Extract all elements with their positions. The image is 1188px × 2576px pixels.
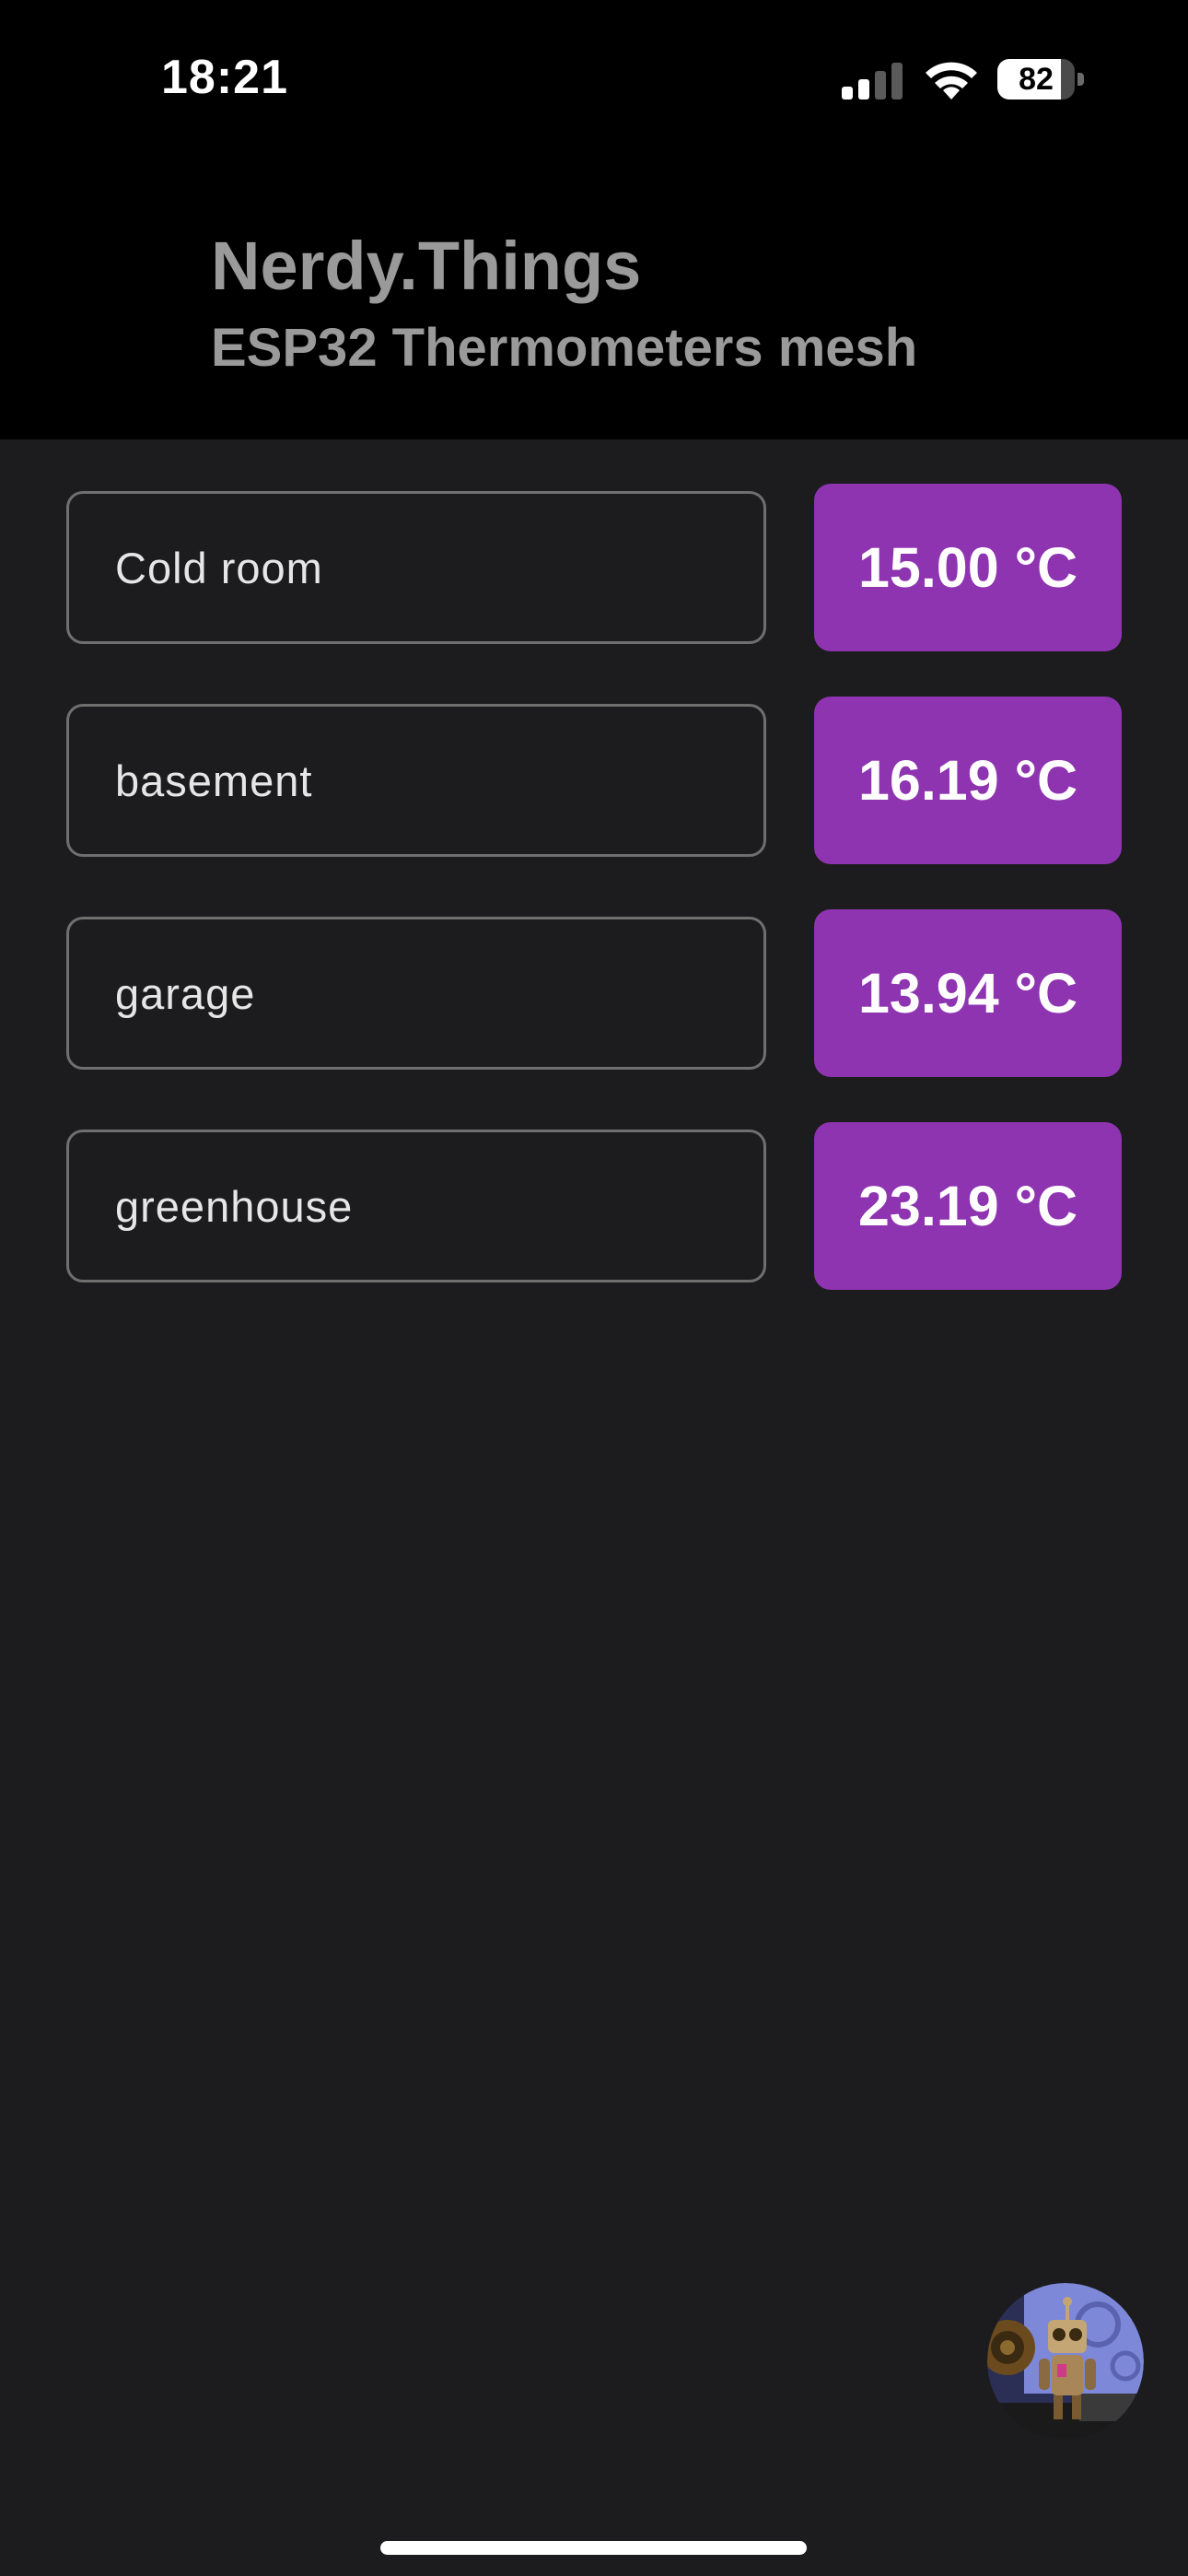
battery-nub <box>1077 73 1084 86</box>
header: 18:21 82 Nerdy.Things ESP32 Thermometers… <box>0 0 1188 439</box>
temperature-badge: 23.19 °C <box>814 1122 1122 1290</box>
app-title: Nerdy.Things <box>211 228 642 304</box>
battery-indicator: 82 <box>997 59 1084 100</box>
temperature-badge: 15.00 °C <box>814 484 1122 651</box>
sensor-name-field[interactable] <box>66 704 766 857</box>
sensor-name-field[interactable] <box>66 917 766 1070</box>
robot-avatar-button[interactable] <box>987 2283 1144 2440</box>
sensor-row: 16.19 °C <box>0 697 1188 864</box>
status-time: 18:21 <box>161 51 288 104</box>
sensor-name-field[interactable] <box>66 491 766 644</box>
home-indicator[interactable] <box>380 2541 807 2555</box>
sensor-row: 13.94 °C <box>0 909 1188 1077</box>
battery-icon: 82 <box>997 59 1075 100</box>
wifi-icon <box>926 62 977 100</box>
sensor-name-field[interactable] <box>66 1130 766 1282</box>
sensor-row: 23.19 °C <box>0 1122 1188 1290</box>
app-subtitle: ESP32 Thermometers mesh <box>211 318 918 378</box>
temperature-badge: 13.94 °C <box>814 909 1122 1077</box>
battery-level: 82 <box>1019 62 1054 97</box>
cellular-signal-icon <box>842 63 903 100</box>
app-screen: 18:21 82 Nerdy.Things ESP32 Thermometers… <box>0 0 1188 2576</box>
temperature-badge: 16.19 °C <box>814 697 1122 864</box>
sensor-row: 15.00 °C <box>0 484 1188 651</box>
robot-avatar-icon <box>987 2283 1144 2440</box>
